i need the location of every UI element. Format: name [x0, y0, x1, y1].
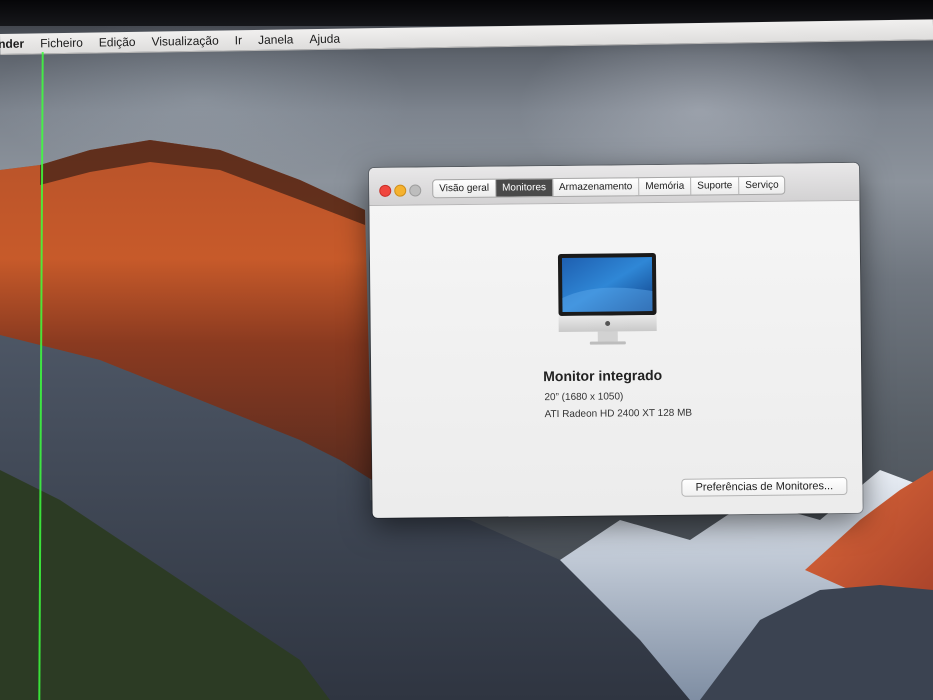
menu-janela[interactable]: Janela — [251, 32, 303, 47]
menu-ficheiro[interactable]: Ficheiro — [33, 36, 92, 51]
window-content: Monitor integrado 20” (1680 x 1050) ATI … — [369, 201, 862, 518]
tab-memoria[interactable]: Memória — [639, 177, 692, 196]
menu-ajuda[interactable]: Ajuda — [302, 32, 349, 47]
tab-visao-geral[interactable]: Visão geral — [433, 179, 497, 198]
tab-servico[interactable]: Serviço — [739, 177, 785, 194]
menu-edicao[interactable]: Edição — [92, 35, 145, 50]
segmented-tabs: Visão geral Monitores Armazenamento Memó… — [432, 175, 786, 199]
display-size: 20” (1680 x 1050) — [544, 391, 624, 404]
about-this-mac-window: Visão geral Monitores Armazenamento Memó… — [369, 162, 863, 518]
close-button[interactable] — [379, 184, 392, 197]
window-titlebar[interactable]: Visão geral Monitores Armazenamento Memó… — [369, 162, 860, 206]
menu-ir[interactable]: Ir — [228, 33, 252, 47]
minimize-button[interactable] — [394, 184, 407, 197]
menu-app-name[interactable]: nder — [0, 36, 33, 51]
menu-visualizacao[interactable]: Visualização — [144, 33, 227, 49]
imac-display-icon — [557, 253, 657, 345]
display-preferences-button[interactable]: Preferências de Monitores... — [681, 477, 848, 497]
tab-suporte[interactable]: Suporte — [691, 177, 740, 195]
graphics-card: ATI Radeon HD 2400 XT 128 MB — [544, 407, 693, 421]
tab-monitores[interactable]: Monitores — [495, 179, 554, 197]
zoom-button[interactable] — [409, 184, 422, 197]
display-name: Monitor integrado — [543, 366, 663, 385]
tab-armazenamento[interactable]: Armazenamento — [552, 178, 640, 197]
